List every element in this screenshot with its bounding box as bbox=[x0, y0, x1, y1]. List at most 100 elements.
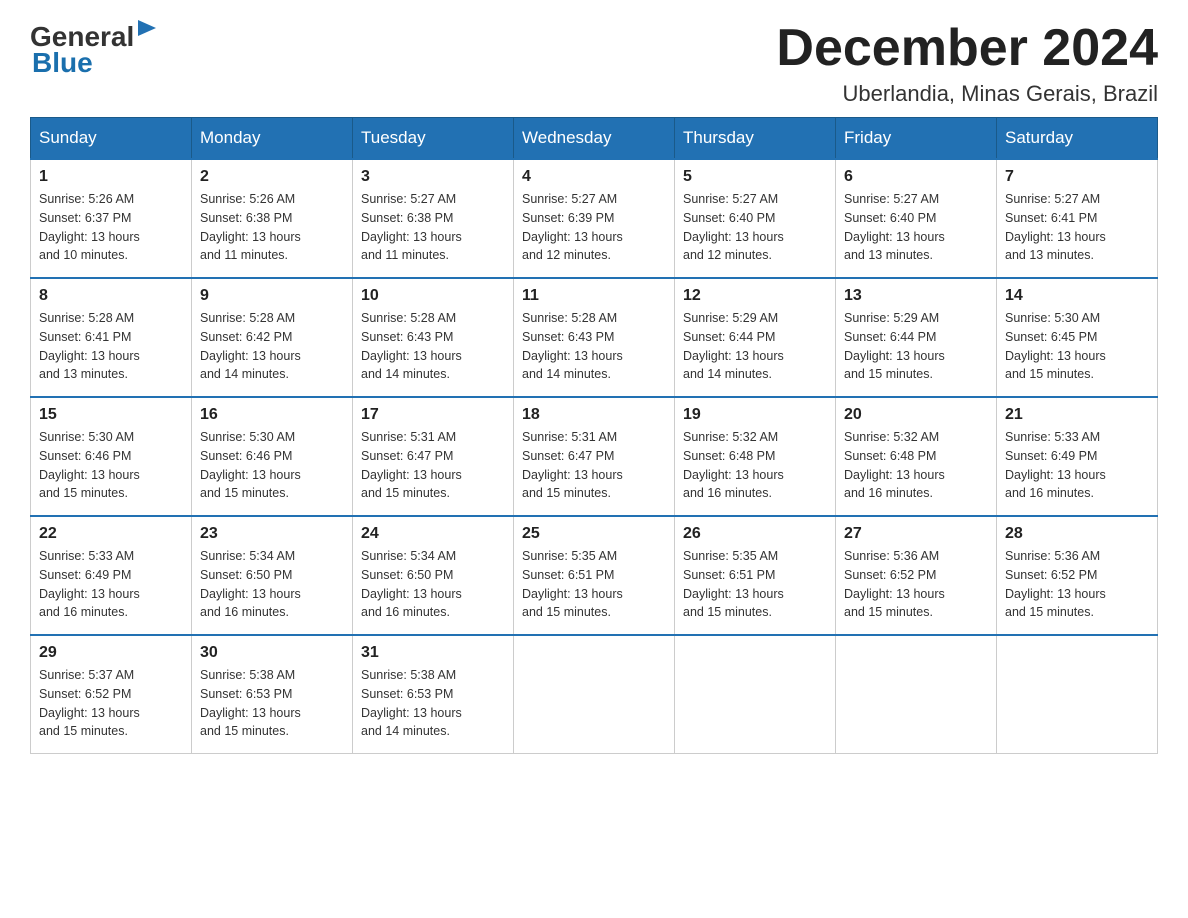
day-number: 20 bbox=[844, 406, 988, 424]
day-info: Sunrise: 5:31 AMSunset: 6:47 PMDaylight:… bbox=[361, 428, 505, 503]
calendar-cell: 17Sunrise: 5:31 AMSunset: 6:47 PMDayligh… bbox=[353, 397, 514, 516]
col-sunday: Sunday bbox=[31, 118, 192, 160]
day-info: Sunrise: 5:28 AMSunset: 6:43 PMDaylight:… bbox=[522, 309, 666, 384]
day-info: Sunrise: 5:36 AMSunset: 6:52 PMDaylight:… bbox=[1005, 547, 1149, 622]
col-tuesday: Tuesday bbox=[353, 118, 514, 160]
calendar-cell: 24 Sunrise: 5:34 AMSunset: 6:50 PMDayligh… bbox=[353, 516, 514, 635]
day-info: Sunrise: 5:37 AMSunset: 6:52 PMDaylight:… bbox=[39, 666, 183, 741]
day-info: Sunrise: 5:30 AMSunset: 6:46 PMDaylight:… bbox=[39, 428, 183, 503]
day-number: 5 bbox=[683, 168, 827, 186]
day-info: Sunrise: 5:30 AMSunset: 6:46 PMDaylight:… bbox=[200, 428, 344, 503]
day-number: 27 bbox=[844, 525, 988, 543]
calendar-body: 1Sunrise: 5:26 AMSunset: 6:37 PMDaylight… bbox=[31, 159, 1158, 754]
day-info: Sunrise: 5:35 AMSunset: 6:51 PMDaylight:… bbox=[683, 547, 827, 622]
col-wednesday: Wednesday bbox=[514, 118, 675, 160]
calendar-cell bbox=[675, 635, 836, 754]
day-number: 23 bbox=[200, 525, 344, 543]
calendar-cell: 26 Sunrise: 5:35 AMSunset: 6:51 PMDayligh… bbox=[675, 516, 836, 635]
day-number: 26 bbox=[683, 525, 827, 543]
calendar-cell: 23 Sunrise: 5:34 AMSunset: 6:50 PMDayligh… bbox=[192, 516, 353, 635]
calendar-cell: 25 Sunrise: 5:35 AMSunset: 6:51 PMDayligh… bbox=[514, 516, 675, 635]
day-number: 19 bbox=[683, 406, 827, 424]
day-info: Sunrise: 5:28 AMSunset: 6:42 PMDaylight:… bbox=[200, 309, 344, 384]
day-info: Sunrise: 5:29 AMSunset: 6:44 PMDaylight:… bbox=[683, 309, 827, 384]
day-info: Sunrise: 5:33 AMSunset: 6:49 PMDaylight:… bbox=[1005, 428, 1149, 503]
day-number: 22 bbox=[39, 525, 183, 543]
calendar-cell: 21 Sunrise: 5:33 AMSunset: 6:49 PMDayligh… bbox=[997, 397, 1158, 516]
logo-blue-text: Blue bbox=[32, 47, 93, 79]
day-number: 18 bbox=[522, 406, 666, 424]
calendar-cell: 1Sunrise: 5:26 AMSunset: 6:37 PMDaylight… bbox=[31, 159, 192, 278]
calendar-cell: 5 Sunrise: 5:27 AMSunset: 6:40 PMDaylight… bbox=[675, 159, 836, 278]
day-info: Sunrise: 5:28 AMSunset: 6:43 PMDaylight:… bbox=[361, 309, 505, 384]
calendar-week-5: 29 Sunrise: 5:37 AMSunset: 6:52 PMDayligh… bbox=[31, 635, 1158, 754]
calendar-cell: 4Sunrise: 5:27 AMSunset: 6:39 PMDaylight… bbox=[514, 159, 675, 278]
calendar-cell: 13Sunrise: 5:29 AMSunset: 6:44 PMDayligh… bbox=[836, 278, 997, 397]
day-number: 2 bbox=[200, 168, 344, 186]
day-info: Sunrise: 5:32 AMSunset: 6:48 PMDaylight:… bbox=[844, 428, 988, 503]
calendar-week-2: 8 Sunrise: 5:28 AMSunset: 6:41 PMDaylight… bbox=[31, 278, 1158, 397]
day-number: 7 bbox=[1005, 168, 1149, 186]
calendar-cell: 18 Sunrise: 5:31 AMSunset: 6:47 PMDayligh… bbox=[514, 397, 675, 516]
calendar-cell: 10 Sunrise: 5:28 AMSunset: 6:43 PMDayligh… bbox=[353, 278, 514, 397]
day-info: Sunrise: 5:28 AMSunset: 6:41 PMDaylight:… bbox=[39, 309, 183, 384]
day-number: 25 bbox=[522, 525, 666, 543]
logo: General Blue bbox=[30, 20, 166, 79]
calendar-cell: 12 Sunrise: 5:29 AMSunset: 6:44 PMDayligh… bbox=[675, 278, 836, 397]
day-info: Sunrise: 5:27 AMSunset: 6:38 PMDaylight:… bbox=[361, 190, 505, 265]
day-number: 10 bbox=[361, 287, 505, 305]
day-number: 12 bbox=[683, 287, 827, 305]
calendar-cell: 29 Sunrise: 5:37 AMSunset: 6:52 PMDayligh… bbox=[31, 635, 192, 754]
day-info: Sunrise: 5:34 AMSunset: 6:50 PMDaylight:… bbox=[361, 547, 505, 622]
calendar-cell: 15Sunrise: 5:30 AMSunset: 6:46 PMDayligh… bbox=[31, 397, 192, 516]
title-section: December 2024 Uberlandia, Minas Gerais, … bbox=[776, 20, 1158, 107]
calendar-cell: 31 Sunrise: 5:38 AMSunset: 6:53 PMDayligh… bbox=[353, 635, 514, 754]
calendar-cell: 16 Sunrise: 5:30 AMSunset: 6:46 PMDayligh… bbox=[192, 397, 353, 516]
day-number: 6 bbox=[844, 168, 988, 186]
day-number: 24 bbox=[361, 525, 505, 543]
day-info: Sunrise: 5:38 AMSunset: 6:53 PMDaylight:… bbox=[361, 666, 505, 741]
calendar-header: Sunday Monday Tuesday Wednesday Thursday… bbox=[31, 118, 1158, 160]
calendar-cell: 3 Sunrise: 5:27 AMSunset: 6:38 PMDaylight… bbox=[353, 159, 514, 278]
calendar-cell: 30Sunrise: 5:38 AMSunset: 6:53 PMDayligh… bbox=[192, 635, 353, 754]
day-info: Sunrise: 5:36 AMSunset: 6:52 PMDaylight:… bbox=[844, 547, 988, 622]
day-number: 16 bbox=[200, 406, 344, 424]
day-number: 3 bbox=[361, 168, 505, 186]
calendar-cell bbox=[514, 635, 675, 754]
calendar-cell: 8 Sunrise: 5:28 AMSunset: 6:41 PMDaylight… bbox=[31, 278, 192, 397]
day-info: Sunrise: 5:33 AMSunset: 6:49 PMDaylight:… bbox=[39, 547, 183, 622]
col-friday: Friday bbox=[836, 118, 997, 160]
day-number: 13 bbox=[844, 287, 988, 305]
day-info: Sunrise: 5:27 AMSunset: 6:40 PMDaylight:… bbox=[844, 190, 988, 265]
day-info: Sunrise: 5:38 AMSunset: 6:53 PMDaylight:… bbox=[200, 666, 344, 741]
calendar-week-4: 22 Sunrise: 5:33 AMSunset: 6:49 PMDayligh… bbox=[31, 516, 1158, 635]
day-info: Sunrise: 5:27 AMSunset: 6:39 PMDaylight:… bbox=[522, 190, 666, 265]
calendar-cell: 27 Sunrise: 5:36 AMSunset: 6:52 PMDayligh… bbox=[836, 516, 997, 635]
day-info: Sunrise: 5:27 AMSunset: 6:40 PMDaylight:… bbox=[683, 190, 827, 265]
calendar-cell: 14Sunrise: 5:30 AMSunset: 6:45 PMDayligh… bbox=[997, 278, 1158, 397]
calendar-cell: 6 Sunrise: 5:27 AMSunset: 6:40 PMDaylight… bbox=[836, 159, 997, 278]
calendar-week-3: 15Sunrise: 5:30 AMSunset: 6:46 PMDayligh… bbox=[31, 397, 1158, 516]
month-title: December 2024 bbox=[776, 20, 1158, 77]
day-number: 29 bbox=[39, 644, 183, 662]
day-number: 9 bbox=[200, 287, 344, 305]
calendar-cell: 20 Sunrise: 5:32 AMSunset: 6:48 PMDayligh… bbox=[836, 397, 997, 516]
day-info: Sunrise: 5:35 AMSunset: 6:51 PMDaylight:… bbox=[522, 547, 666, 622]
location-subtitle: Uberlandia, Minas Gerais, Brazil bbox=[776, 81, 1158, 107]
day-info: Sunrise: 5:34 AMSunset: 6:50 PMDaylight:… bbox=[200, 547, 344, 622]
day-number: 14 bbox=[1005, 287, 1149, 305]
calendar-cell: 9 Sunrise: 5:28 AMSunset: 6:42 PMDaylight… bbox=[192, 278, 353, 397]
day-info: Sunrise: 5:32 AMSunset: 6:48 PMDaylight:… bbox=[683, 428, 827, 503]
calendar-cell: 2Sunrise: 5:26 AMSunset: 6:38 PMDaylight… bbox=[192, 159, 353, 278]
calendar-cell: 11Sunrise: 5:28 AMSunset: 6:43 PMDayligh… bbox=[514, 278, 675, 397]
col-monday: Monday bbox=[192, 118, 353, 160]
calendar-cell: 28 Sunrise: 5:36 AMSunset: 6:52 PMDayligh… bbox=[997, 516, 1158, 635]
day-info: Sunrise: 5:31 AMSunset: 6:47 PMDaylight:… bbox=[522, 428, 666, 503]
day-number: 31 bbox=[361, 644, 505, 662]
calendar-week-1: 1Sunrise: 5:26 AMSunset: 6:37 PMDaylight… bbox=[31, 159, 1158, 278]
day-number: 21 bbox=[1005, 406, 1149, 424]
day-number: 1 bbox=[39, 168, 183, 186]
day-number: 28 bbox=[1005, 525, 1149, 543]
day-number: 8 bbox=[39, 287, 183, 305]
header-row: Sunday Monday Tuesday Wednesday Thursday… bbox=[31, 118, 1158, 160]
